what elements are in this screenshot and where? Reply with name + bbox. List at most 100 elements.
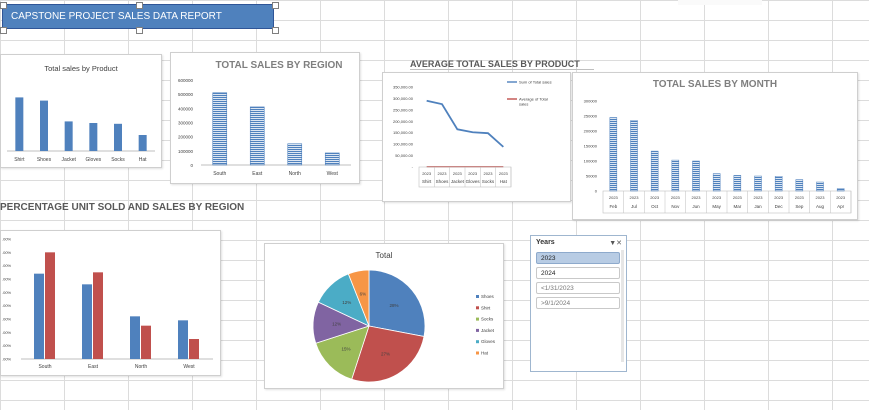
avg-legend-label: Sum of Total sales xyxy=(519,80,552,85)
month-bar xyxy=(692,160,700,192)
avg-x-tick: Hat xyxy=(500,179,508,184)
slicer-item-before[interactable]: <1/31/2023 xyxy=(536,282,620,294)
chart-sales-by-product[interactable]: Total sales by Product Shirt Shoes Jacket Gl… xyxy=(0,54,162,168)
product-bar xyxy=(15,97,24,151)
product-x-tick: Gloves xyxy=(86,157,102,163)
pct-x-tick: East xyxy=(88,364,99,370)
month-x-tick: Oct xyxy=(651,204,659,209)
month-y-tick: 50000 xyxy=(586,174,598,179)
month-x-year: 2023 xyxy=(733,195,743,200)
month-x-tick: Jun xyxy=(692,204,700,209)
region-y-tick: 100000 xyxy=(178,149,194,154)
chart-sales-by-region[interactable]: TOTAL SALES BY REGION 0 100000 200000 300000… xyxy=(170,52,360,184)
slicer-item-after[interactable]: >9/1/2024 xyxy=(536,297,620,309)
region-y-tick: 600000 xyxy=(178,78,194,83)
pie-legend-swatch xyxy=(476,295,479,298)
pct-bar xyxy=(82,284,92,359)
avg-line-chart: - 50,000.00 100,000.00 150,000.00 200,000.00… xyxy=(393,80,552,188)
month-y-tick: 300000 xyxy=(584,99,598,104)
month-x-year: 2023 xyxy=(754,195,764,200)
region-y-tick: 500000 xyxy=(178,92,194,97)
month-x-tick: Jan xyxy=(754,204,762,209)
month-x-year: 2023 xyxy=(671,195,681,200)
pct-bar xyxy=(141,325,151,359)
product-bar-chart: Total sales by Product Shirt Shoes Jacket Gl… xyxy=(7,64,155,163)
pie-data-label: 27% xyxy=(381,351,390,356)
month-x-year: 2023 xyxy=(692,195,702,200)
resize-handle-tm[interactable] xyxy=(136,2,143,9)
avg-x-group: 2023 xyxy=(453,171,463,176)
pct-y-tick: .00% xyxy=(2,250,12,255)
slicer-scrollbar[interactable] xyxy=(621,250,624,362)
pct-y-tick: .00% xyxy=(2,317,12,322)
pct-x-tick: North xyxy=(135,364,147,370)
month-chart-title: TOTAL SALES BY MONTH xyxy=(653,79,777,90)
product-x-tick: Shirt xyxy=(14,157,25,163)
pct-region-section-title: PERCENTAGE UNIT SOLD AND SALES BY REGION xyxy=(0,202,245,213)
avg-title-underline xyxy=(410,69,594,70)
month-bar xyxy=(712,173,721,192)
month-x-year: 2023 xyxy=(630,195,640,200)
month-x-year: 2023 xyxy=(816,195,826,200)
region-chart-title: TOTAL SALES BY REGION xyxy=(215,60,342,71)
product-bar xyxy=(64,121,73,151)
resize-handle-tr[interactable] xyxy=(272,2,279,9)
pct-y-tick: .00% xyxy=(2,237,12,242)
chart-pie-total[interactable]: Total 28% Shoes 27% Shirt 15% Socks 12% Jacket 12… xyxy=(264,243,504,389)
avg-y-tick: 350,000.00 xyxy=(393,85,414,90)
chart-sales-by-month[interactable]: TOTAL SALES BY MONTH 0 50000 100000 150000 20… xyxy=(572,72,858,220)
pct-bar xyxy=(130,316,140,359)
pct-y-tick: .00% xyxy=(2,330,12,335)
resize-handle-br[interactable] xyxy=(272,27,279,34)
slicer-item-2023[interactable]: 2023 xyxy=(536,252,620,264)
region-y-tick: 300000 xyxy=(178,121,194,126)
blank-cell-region xyxy=(678,0,762,5)
clear-filter-icon[interactable]: ▼✕ xyxy=(609,239,622,247)
month-x-tick: Apr xyxy=(837,204,845,209)
pct-y-tick: .00% xyxy=(2,277,12,282)
month-bar xyxy=(774,176,783,192)
month-x-year: 2023 xyxy=(712,195,722,200)
resize-handle-tl[interactable] xyxy=(0,2,7,9)
slicer-item-2024[interactable]: 2024 xyxy=(536,267,620,279)
years-slicer[interactable]: Years ▼✕ 2023 2024 <1/31/2023 >9/1/2024 xyxy=(530,235,627,372)
month-y-tick: 0 xyxy=(595,189,598,194)
region-x-tick: South xyxy=(213,171,226,177)
month-x-year: 2023 xyxy=(609,195,619,200)
avg-y-tick: - xyxy=(412,165,414,170)
pie-legend-label: Jacket xyxy=(481,328,495,333)
month-y-tick: 150000 xyxy=(584,144,598,149)
month-bar xyxy=(754,175,762,192)
product-x-tick: Hat xyxy=(139,157,147,163)
product-bar xyxy=(89,123,98,151)
product-x-tick: Socks xyxy=(111,157,125,163)
avg-y-tick: 300,000.00 xyxy=(393,96,414,101)
pie-chart: Total 28% Shoes 27% Shirt 15% Socks 12% Jacket 12… xyxy=(312,251,496,383)
pct-bar xyxy=(34,273,44,359)
pie-data-label: 15% xyxy=(342,346,351,351)
slicer-header: Years xyxy=(536,239,555,246)
report-title: CAPSTONE PROJECT SALES DATA REPORT xyxy=(11,11,222,22)
region-bar xyxy=(212,92,228,166)
avg-x-group: 2023 xyxy=(499,171,509,176)
resize-handle-bl[interactable] xyxy=(0,27,7,34)
region-bar xyxy=(249,106,265,166)
month-x-tick: Feb xyxy=(609,204,617,209)
pct-x-tick: West xyxy=(183,364,195,370)
chart-average-sales-by-product[interactable]: - 50,000.00 100,000.00 150,000.00 200,000.00… xyxy=(382,72,571,202)
pie-data-label: 12% xyxy=(342,300,351,305)
avg-x-group: 2023 xyxy=(484,171,494,176)
pie-legend-label: Socks xyxy=(481,317,494,322)
pct-y-tick: .00% xyxy=(2,343,12,348)
product-chart-title: Total sales by Product xyxy=(44,64,118,73)
avg-x-tick: Socks xyxy=(482,179,495,184)
resize-handle-bm[interactable] xyxy=(136,27,143,34)
month-bar xyxy=(609,117,618,192)
pie-data-label: 12% xyxy=(332,321,341,326)
chart-pct-by-region[interactable]: .00% .00% .00% .00% .00% .00% .00% .00% .00% .00%… xyxy=(0,230,221,376)
month-x-tick: Jul xyxy=(631,204,637,209)
avg-y-tick: 100,000.00 xyxy=(393,142,414,147)
avg-y-tick: 250,000.00 xyxy=(393,107,414,112)
avg-series-line xyxy=(426,99,504,148)
month-bar-chart: TOTAL SALES BY MONTH 0 50000 100000 150000 20… xyxy=(584,79,852,214)
